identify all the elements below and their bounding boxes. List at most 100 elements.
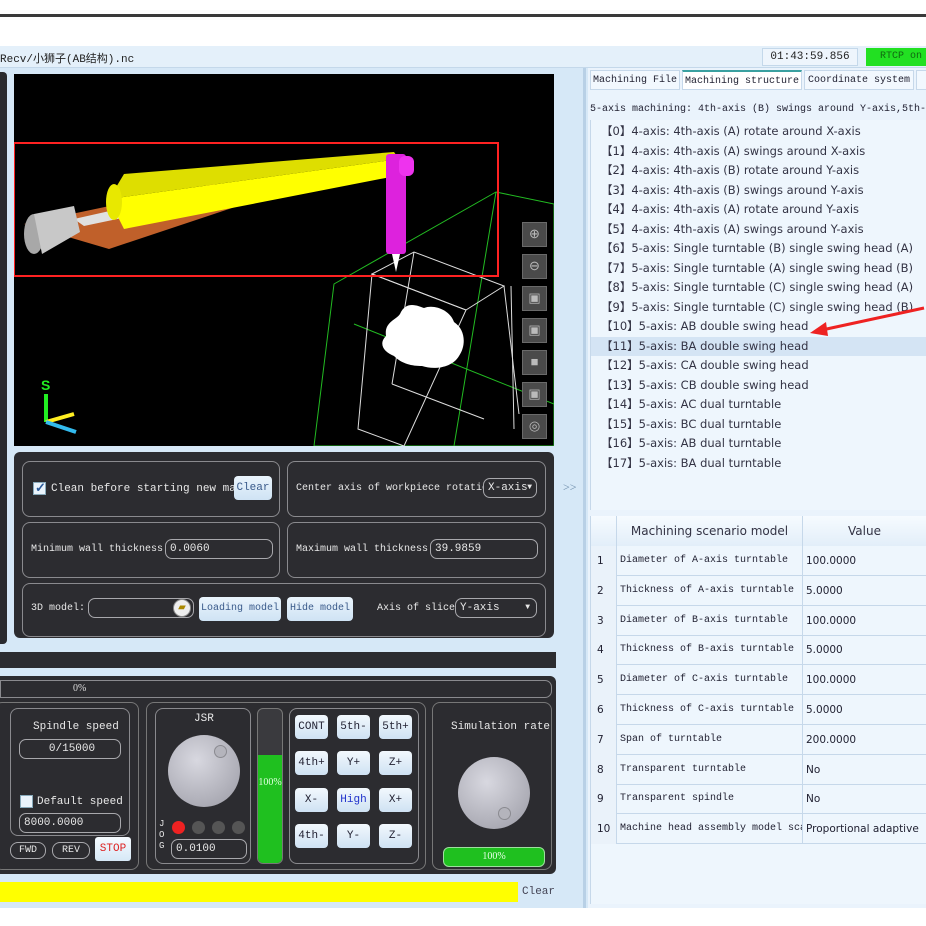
jog-speed-high-button[interactable]: High	[337, 788, 370, 812]
spindle-fwd-button[interactable]: FWD	[10, 842, 46, 859]
jog-5th-minus-button[interactable]: 5th-	[337, 715, 370, 739]
status-strip	[0, 652, 556, 668]
tab-overflow[interactable]	[916, 70, 926, 90]
expand-panel-button[interactable]: >>	[563, 480, 577, 495]
panel-splitter[interactable]	[583, 68, 586, 908]
structure-item-17[interactable]: 【17】5-axis: BA dual turntable	[591, 454, 926, 473]
file-path: Recv/小狮子(AB结构).nc	[0, 54, 135, 66]
jog-y-minus-button[interactable]: Y-	[337, 824, 370, 848]
jog-cont-button[interactable]: CONT	[295, 715, 328, 739]
jog-4th-minus-button[interactable]: 4th-	[295, 824, 328, 848]
default-speed-checkbox[interactable]	[20, 795, 33, 808]
structure-item-12[interactable]: 【12】5-axis: CA double swing head	[591, 356, 926, 375]
jog-led-1[interactable]	[172, 821, 185, 834]
row-value[interactable]: 100.0000	[803, 665, 926, 695]
jog-x-plus-button[interactable]: X+	[379, 788, 412, 812]
title-bar: Recv/小狮子(AB结构).nc 01:43:59.856 RTCP on	[0, 46, 926, 68]
folder-open-icon[interactable]: ▰	[173, 599, 191, 617]
left-collapsed-panel[interactable]	[0, 72, 7, 644]
min-wall-input[interactable]: 0.0060	[165, 539, 273, 559]
structure-item-6[interactable]: 【6】5-axis: Single turntable (B) single s…	[591, 239, 926, 258]
table-row[interactable]: 10 Machine head assembly model scale Propo…	[591, 814, 926, 845]
view-front-icon[interactable]: ▣	[522, 318, 547, 343]
table-row[interactable]: 8 Transparent turntable No	[591, 754, 926, 785]
row-value[interactable]: 5.0000	[803, 635, 926, 665]
message-log-bar	[0, 882, 518, 902]
default-speed-input[interactable]: 8000.0000	[19, 813, 121, 833]
slice-axis-select[interactable]: Y-axis ▼	[455, 598, 537, 618]
jog-led-3[interactable]	[212, 821, 225, 834]
jog-z-plus-button[interactable]: Z+	[379, 751, 412, 775]
structure-item-0[interactable]: 【0】4-axis: 4th-axis (A) rotate around X-…	[591, 122, 926, 141]
row-parameter: Machine head assembly model scale	[617, 814, 803, 845]
loading-model-button[interactable]: Loading model	[199, 597, 281, 621]
table-row[interactable]: 3 Diameter of B-axis turntable 100.0000	[591, 605, 926, 636]
machine-head-assembly	[24, 152, 414, 272]
3d-viewport[interactable]: S ⊕ ⊖ ▣ ▣ ■ ▣ ◎	[14, 74, 554, 446]
structure-item-16[interactable]: 【16】5-axis: AB dual turntable	[591, 434, 926, 453]
table-row[interactable]: 7 Span of turntable 200.0000	[591, 724, 926, 755]
table-row[interactable]: 2 Thickness of A-axis turntable 5.0000	[591, 575, 926, 606]
jog-led-4[interactable]	[232, 821, 245, 834]
zoom-out-icon[interactable]: ⊖	[522, 254, 547, 279]
structure-item-7[interactable]: 【7】5-axis: Single turntable (A) single s…	[591, 259, 926, 278]
structure-item-4[interactable]: 【4】4-axis: 4th-axis (A) rotate around Y-…	[591, 200, 926, 219]
jog-y-plus-button[interactable]: Y+	[337, 751, 370, 775]
sim-rate-bar[interactable]: 100%	[443, 847, 545, 867]
row-value[interactable]: 100.0000	[803, 606, 926, 636]
structure-item-14[interactable]: 【14】5-axis: AC dual turntable	[591, 395, 926, 414]
row-value[interactable]: 200.0000	[803, 725, 926, 755]
structure-item-3[interactable]: 【3】4-axis: 4th-axis (B) swings around Y-…	[591, 181, 926, 200]
table-row[interactable]: 6 Thickness of C-axis turntable 5.0000	[591, 695, 926, 725]
reset-view-icon[interactable]: ◎	[522, 414, 547, 439]
table-row[interactable]: 9 Transparent spindle No	[591, 784, 926, 815]
structure-item-8[interactable]: 【8】5-axis: Single turntable (C) single s…	[591, 278, 926, 297]
jog-step-input[interactable]: 0.0100	[171, 839, 247, 859]
table-row[interactable]: 4 Thickness of B-axis turntable 5.0000	[591, 635, 926, 666]
table-row[interactable]: 5 Diameter of C-axis turntable 100.0000	[591, 665, 926, 696]
tab-machining-file[interactable]: Machining File	[590, 70, 680, 90]
jog-4th-plus-button[interactable]: 4th+	[295, 751, 328, 775]
jog-x-minus-button[interactable]: X-	[295, 788, 328, 812]
slice-axis-label: Axis of slice	[377, 603, 456, 614]
jsr-knob[interactable]	[168, 735, 240, 807]
max-wall-input[interactable]: 39.9859	[430, 539, 538, 559]
row-value[interactable]: 5.0000	[803, 695, 926, 725]
row-index: 10	[591, 814, 617, 845]
jog-led-2[interactable]	[192, 821, 205, 834]
row-value[interactable]: No	[803, 755, 926, 785]
sim-rate-knob[interactable]	[458, 757, 530, 829]
jog-z-minus-button[interactable]: Z-	[379, 824, 412, 848]
structure-item-15[interactable]: 【15】5-axis: BC dual turntable	[591, 415, 926, 434]
structure-item-5[interactable]: 【5】4-axis: 4th-axis (A) swings around Y-…	[591, 220, 926, 239]
structure-item-13[interactable]: 【13】5-axis: CB double swing head	[591, 376, 926, 395]
row-value[interactable]: No	[803, 784, 926, 814]
simulation-controls-panel: Clean before starting new machin Clear C…	[14, 452, 554, 638]
structure-item-2[interactable]: 【2】4-axis: 4th-axis (B) rotate around Y-…	[591, 161, 926, 180]
row-parameter: Transparent spindle	[617, 784, 803, 815]
zoom-in-icon[interactable]: ⊕	[522, 222, 547, 247]
row-value[interactable]: 5.0000	[803, 576, 926, 606]
spindle-stop-button[interactable]: STOP	[95, 837, 131, 861]
row-value[interactable]: Proportional adaptive	[803, 814, 926, 844]
hide-model-button[interactable]: Hide model	[287, 597, 353, 621]
view-iso-icon[interactable]: ▣	[522, 286, 547, 311]
jog-5th-plus-button[interactable]: 5th+	[379, 715, 412, 739]
table-row[interactable]: 1 Diameter of A-axis turntable 100.0000	[591, 546, 926, 576]
clear-log-button[interactable]: Clear	[522, 886, 555, 898]
clean-checkbox[interactable]	[33, 480, 46, 496]
row-value[interactable]: 100.0000	[803, 546, 926, 576]
feed-override-fill	[258, 755, 282, 863]
structure-item-11-selected[interactable]: 【11】5-axis: BA double swing head	[591, 336, 926, 356]
tab-coordinate-system[interactable]: Coordinate system	[804, 70, 914, 90]
structure-item-1[interactable]: 【1】4-axis: 4th-axis (A) swings around X-…	[591, 142, 926, 161]
clear-button[interactable]: Clear	[234, 476, 272, 500]
view-side-icon[interactable]: ▣	[522, 382, 547, 407]
feed-override-bar[interactable]: 100%	[257, 708, 283, 864]
rtcp-status-badge[interactable]: RTCP on	[866, 48, 926, 66]
spindle-rev-button[interactable]: REV	[52, 842, 90, 859]
view-top-icon[interactable]: ■	[522, 350, 547, 375]
row-index: 4	[591, 635, 617, 666]
tab-machining-structure[interactable]: Machining structure	[682, 70, 802, 90]
center-axis-select[interactable]: X-axis ▼	[483, 478, 537, 498]
